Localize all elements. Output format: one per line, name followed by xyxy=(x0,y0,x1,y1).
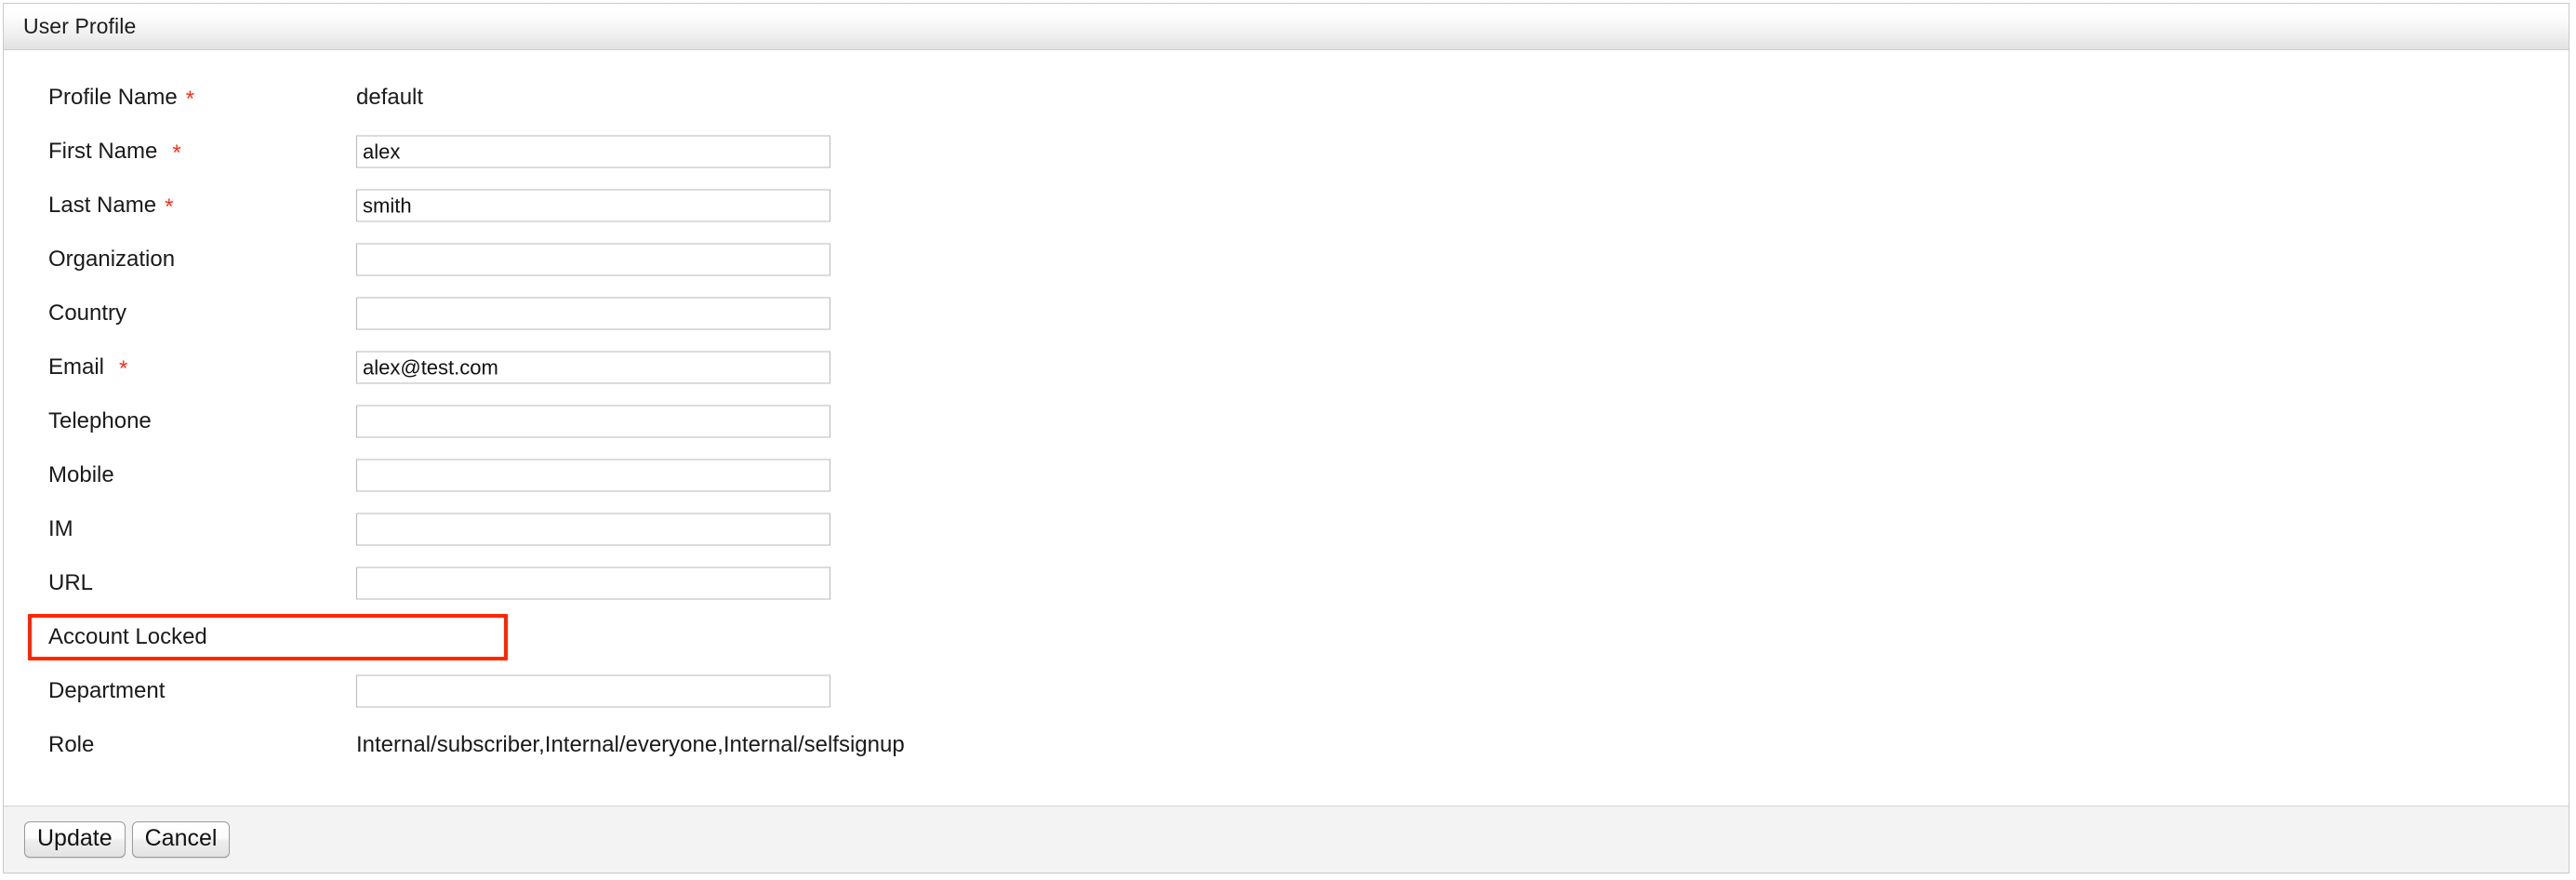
label-department: Department xyxy=(48,680,165,702)
label-im: IM xyxy=(48,518,73,540)
control-department xyxy=(356,674,830,708)
form-row-mobile: Mobile xyxy=(4,448,2569,502)
mobile-input[interactable] xyxy=(356,459,830,492)
required-asterisk-icon: * xyxy=(119,356,128,381)
country-input[interactable] xyxy=(356,297,830,330)
label-profile-name: Profile Name * xyxy=(48,85,195,112)
url-input[interactable] xyxy=(356,567,830,600)
form-footer: Update Cancel xyxy=(4,806,2569,873)
form-row-email: Email * xyxy=(4,340,2569,394)
label-account-locked: Account Locked xyxy=(48,626,207,648)
update-button[interactable]: Update xyxy=(24,821,126,858)
label-text: Mobile xyxy=(48,462,114,487)
form-row-first-name: First Name * xyxy=(4,125,2569,179)
cancel-button[interactable]: Cancel xyxy=(131,821,231,858)
label-text: Account Locked xyxy=(48,624,207,649)
panel-header: User Profile xyxy=(4,4,2569,50)
control-country xyxy=(356,297,830,330)
form-row-profile-name: Profile Name * default xyxy=(4,71,2569,125)
required-asterisk-icon: * xyxy=(165,194,174,220)
control-first-name xyxy=(356,135,830,168)
form-row-organization: Organization xyxy=(4,233,2569,287)
required-asterisk-icon: * xyxy=(185,87,195,112)
control-im xyxy=(356,513,830,546)
control-account-locked xyxy=(356,622,386,652)
label-text: Country xyxy=(48,300,127,326)
label-first-name: First Name * xyxy=(48,139,181,166)
email-input[interactable] xyxy=(356,351,830,384)
account-locked-checkbox[interactable] xyxy=(356,622,386,652)
telephone-input[interactable] xyxy=(356,405,830,438)
form-row-url: URL xyxy=(4,556,2569,610)
form-row-telephone: Telephone xyxy=(4,394,2569,448)
label-email: Email * xyxy=(48,354,128,381)
form-row-account-locked: Account Locked xyxy=(4,610,2569,664)
required-asterisk-icon: * xyxy=(172,140,181,166)
label-text: IM xyxy=(48,516,73,541)
label-text: Telephone xyxy=(48,408,152,433)
organization-input[interactable] xyxy=(356,243,830,276)
control-email xyxy=(356,351,830,384)
first-name-input[interactable] xyxy=(356,135,830,168)
label-text: First Name xyxy=(48,139,158,164)
profile-form: Profile Name*defaultFirst Name*Last Name… xyxy=(4,50,2569,806)
label-last-name: Last Name * xyxy=(48,193,174,220)
form-row-country: Country xyxy=(4,287,2569,340)
label-mobile: Mobile xyxy=(48,464,114,487)
control-profile-name: default xyxy=(356,87,423,109)
label-text: Last Name xyxy=(48,193,157,218)
im-input[interactable] xyxy=(356,513,830,546)
label-text: URL xyxy=(48,570,94,595)
value-profile-name: default xyxy=(356,85,424,110)
control-last-name xyxy=(356,189,830,222)
control-telephone xyxy=(356,405,830,438)
last-name-input[interactable] xyxy=(356,189,830,222)
label-text: Email xyxy=(48,354,105,380)
control-url xyxy=(356,567,830,600)
control-organization xyxy=(356,243,830,276)
form-row-role: Role Internal/subscriber,Internal/everyon… xyxy=(4,718,2569,772)
department-input[interactable] xyxy=(356,674,830,708)
label-text: Profile Name xyxy=(48,85,178,110)
form-row-last-name: Last Name * xyxy=(4,179,2569,233)
user-profile-panel: User Profile Profile Name * default First N… xyxy=(3,3,2569,873)
page-title: User Profile xyxy=(23,14,137,38)
label-text: Department xyxy=(48,678,166,703)
form-row-im: IM xyxy=(4,502,2569,556)
label-text: Organization xyxy=(48,247,176,272)
control-role: Internal/subscriber,Internal/everyone,In… xyxy=(356,734,905,756)
control-mobile xyxy=(356,459,830,492)
value-role: Internal/subscriber,Internal/everyone,In… xyxy=(356,732,905,757)
label-url: URL xyxy=(48,572,93,594)
form-row-department: Department xyxy=(4,664,2569,718)
label-telephone: Telephone xyxy=(48,410,152,433)
label-country: Country xyxy=(48,302,126,325)
label-text: Role xyxy=(48,732,95,757)
label-role: Role xyxy=(48,734,94,756)
label-organization: Organization xyxy=(48,248,175,271)
